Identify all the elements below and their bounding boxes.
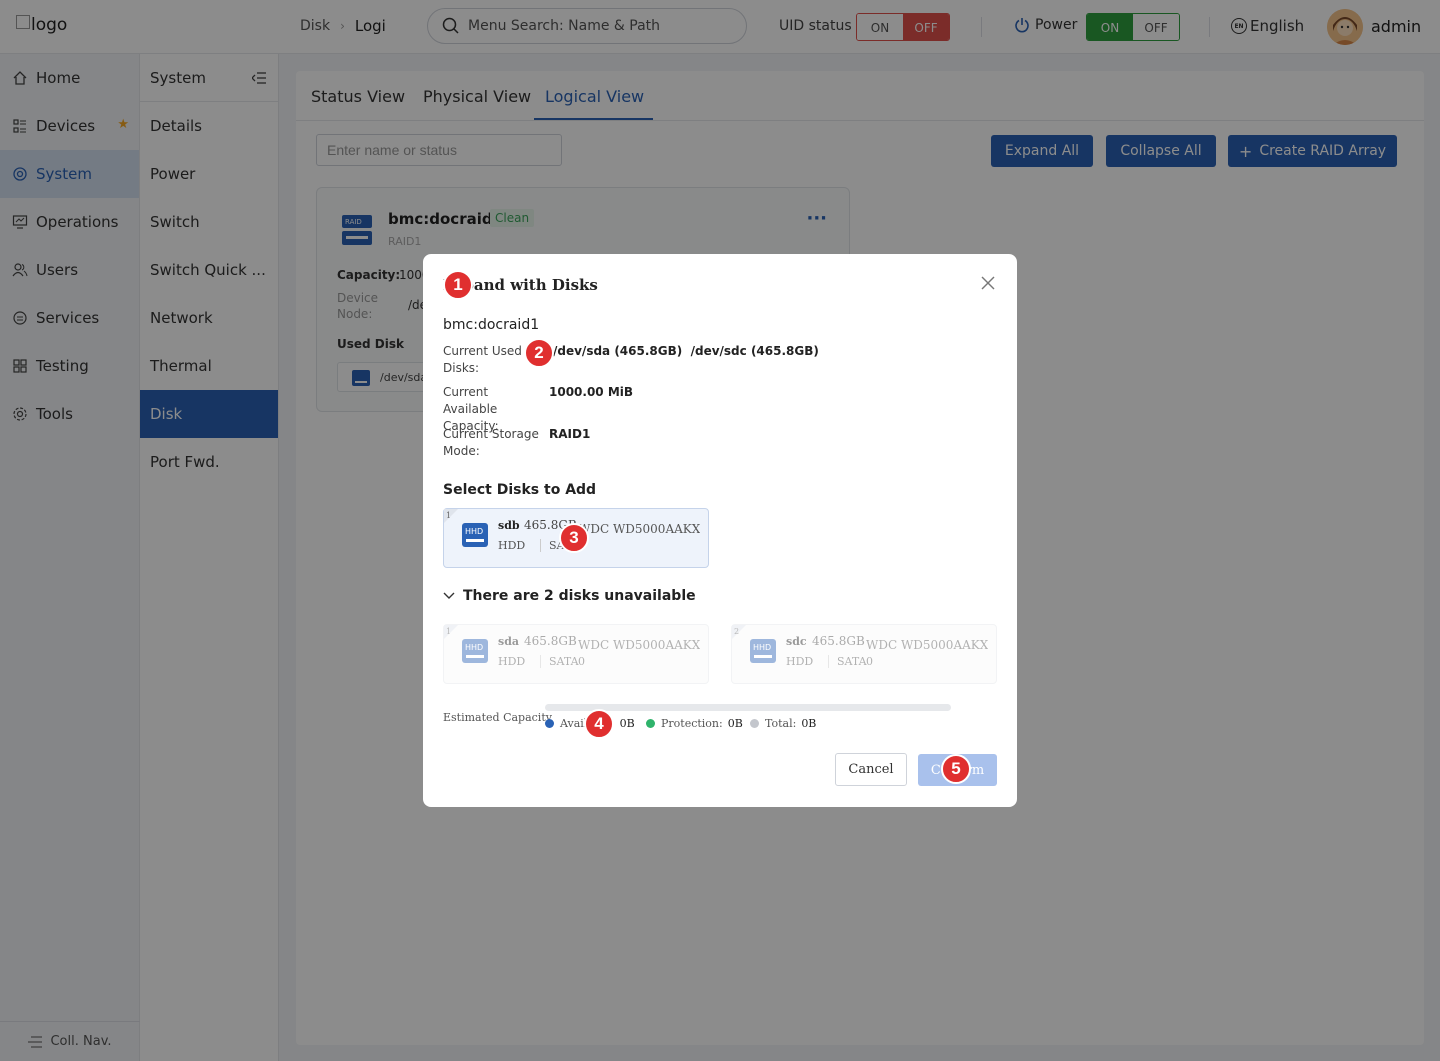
chevron-down-icon <box>443 592 455 599</box>
disk-option-sda: 1 HHD sda 465.8GB WDC WD5000AAKX- HDD SA… <box>443 624 709 684</box>
svg-text:HHD: HHD <box>465 527 483 536</box>
legend-total: Total: 0B <box>750 717 816 730</box>
disk-type: HDD <box>498 655 526 668</box>
unavailable-toggle[interactable]: There are 2 disks unavailable <box>443 588 696 604</box>
step-marker-3: 3 <box>559 523 589 553</box>
cancel-button[interactable]: Cancel <box>835 753 907 786</box>
disk-index: 1 <box>446 511 452 520</box>
disk-index: 2 <box>734 627 740 636</box>
disk-bus: SATA <box>828 655 867 668</box>
close-icon[interactable] <box>981 276 995 290</box>
disk-size: 465.8GB <box>812 634 865 648</box>
current-used-value: /dev/sda (465.8GB) /dev/sdc (465.8GB) <box>553 344 819 358</box>
disk-bus: SATA <box>540 655 579 668</box>
expand-disks-dialog: Expand with Disks bmc:docraid1 Current U… <box>423 254 1017 807</box>
disk-model: WDC WD5000AAKX- <box>578 638 700 652</box>
disk-model: WDC WD5000AAKX- <box>578 522 700 536</box>
hdd-icon: HHD <box>750 639 776 663</box>
disk-name: sdb <box>498 519 520 532</box>
disk-slot: 0 <box>578 655 585 668</box>
disk-size: 465.8GB <box>524 634 577 648</box>
disk-name: sda <box>498 635 520 648</box>
disk-type: HDD <box>786 655 814 668</box>
disk-option-sdc: 2 HHD sdc 465.8GB WDC WD5000AAKX- HDD SA… <box>731 624 997 684</box>
disk-type: HDD <box>498 539 526 552</box>
step-marker-4: 4 <box>584 709 614 739</box>
svg-text:HHD: HHD <box>753 643 771 652</box>
hdd-icon: HHD <box>462 523 488 547</box>
protection-dot <box>646 719 655 728</box>
available-dot <box>545 719 554 728</box>
raid-name: bmc:docraid1 <box>443 317 540 333</box>
disk-model: WDC WD5000AAKX- <box>866 638 988 652</box>
svg-text:HHD: HHD <box>465 643 483 652</box>
storage-mode-value: RAID1 <box>549 427 591 441</box>
available-capacity-value: 1000.00 MiB <box>549 385 634 399</box>
storage-mode-label: Current Storage Mode: <box>443 427 539 458</box>
total-dot <box>750 719 759 728</box>
hdd-icon: HHD <box>462 639 488 663</box>
step-marker-5: 5 <box>941 754 971 784</box>
legend-protection: Protection: 0B <box>646 717 743 730</box>
estimated-capacity-label: Estimated Capacity <box>443 711 552 724</box>
disk-slot: 0 <box>866 655 873 668</box>
disk-name: sdc <box>786 635 807 648</box>
step-marker-1: 1 <box>443 270 473 300</box>
disk-index: 1 <box>446 627 452 636</box>
step-marker-2: 2 <box>524 338 554 368</box>
select-disks-title: Select Disks to Add <box>443 482 597 498</box>
